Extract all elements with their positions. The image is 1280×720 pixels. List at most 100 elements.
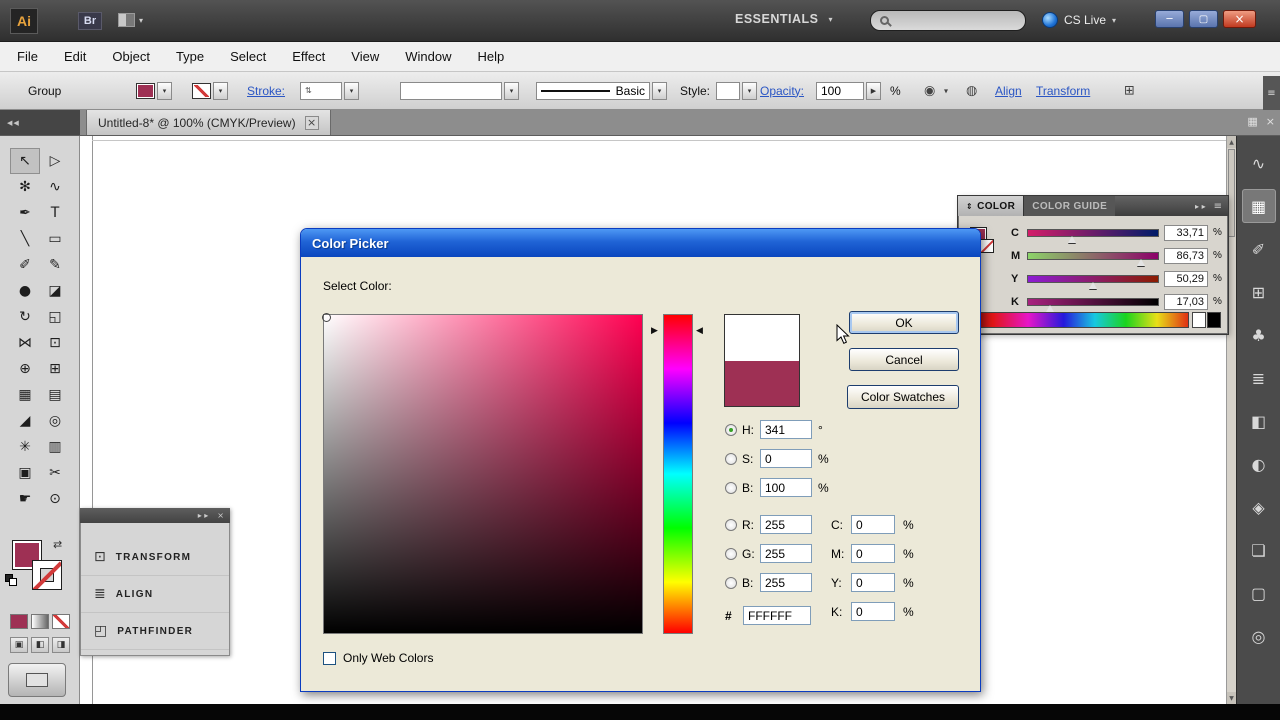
color-paint-button[interactable] bbox=[10, 614, 28, 629]
control-bar-menu-icon[interactable]: ≡ bbox=[1263, 76, 1280, 110]
blend-tool[interactable]: ◎ bbox=[40, 408, 70, 434]
swatches-panel-icon[interactable]: ⊞ bbox=[1242, 275, 1276, 309]
isolate-selected-icon[interactable]: ◍ bbox=[966, 83, 977, 98]
slider-marker[interactable] bbox=[1067, 235, 1076, 243]
color-panel-icon[interactable]: ▦ bbox=[1241, 189, 1276, 223]
menu-select[interactable]: Select bbox=[217, 42, 279, 71]
chevron-down-icon[interactable]: ▾ bbox=[652, 81, 667, 100]
black-swatch[interactable] bbox=[1207, 312, 1221, 328]
type-tool[interactable]: T bbox=[40, 200, 70, 226]
recolor-artwork-icon[interactable]: ◉ bbox=[924, 83, 935, 98]
gradient-paint-button[interactable] bbox=[31, 614, 49, 629]
draw-inside-button[interactable]: ◨ bbox=[52, 637, 70, 653]
shape-builder-tool[interactable]: ⊕ bbox=[10, 356, 40, 382]
field-input[interactable]: 255 bbox=[760, 573, 812, 592]
pencil-tool[interactable]: ✎ bbox=[40, 252, 70, 278]
perspective-grid-tool[interactable]: ⊞ bbox=[40, 356, 70, 382]
scroll-up-icon[interactable]: ▲ bbox=[1227, 136, 1236, 148]
stroke-color-combo[interactable]: ▾ bbox=[192, 81, 228, 100]
cancel-button[interactable]: Cancel bbox=[849, 348, 959, 371]
stepper-icon[interactable]: ⇅ bbox=[305, 86, 312, 95]
opacity-panel-link[interactable]: Opacity: bbox=[760, 84, 804, 98]
arrange-icon[interactable]: ⊞ bbox=[1124, 83, 1135, 98]
slider-track[interactable] bbox=[1027, 228, 1159, 243]
rectangle-tool[interactable]: ▭ bbox=[40, 226, 70, 252]
scroll-down-icon[interactable]: ▼ bbox=[1227, 692, 1236, 704]
style-combo[interactable]: ▾ bbox=[716, 81, 757, 100]
collapsed-panel-pathfinder[interactable]: ◰ PATHFINDER bbox=[81, 613, 229, 650]
panel-close-icon[interactable]: × bbox=[217, 511, 224, 520]
dock-arrange-icon[interactable]: ▦ bbox=[1247, 115, 1257, 128]
color-swatches-button[interactable]: Color Swatches bbox=[847, 385, 959, 409]
chevron-down-icon[interactable]: ▾ bbox=[504, 81, 519, 100]
draw-behind-button[interactable]: ◧ bbox=[31, 637, 49, 653]
slider-track[interactable] bbox=[1027, 251, 1159, 266]
radio-r[interactable] bbox=[725, 518, 737, 531]
scrollbar-thumb[interactable] bbox=[1228, 149, 1235, 237]
scale-tool[interactable]: ◱ bbox=[40, 304, 70, 330]
slider-popup-icon[interactable]: ▶ bbox=[866, 81, 881, 100]
selection-tool[interactable]: ↖ bbox=[10, 148, 40, 174]
opacity-field[interactable]: 100 bbox=[816, 81, 864, 100]
workspace-switcher[interactable]: ESSENTIALS ▾ bbox=[735, 12, 833, 26]
restore-button[interactable]: ▢ bbox=[1189, 10, 1218, 28]
hand-tool[interactable]: ☛ bbox=[10, 486, 40, 512]
graphic-styles-panel-icon[interactable]: ◈ bbox=[1242, 490, 1276, 524]
slice-tool[interactable]: ✂ bbox=[40, 460, 70, 486]
radio-s[interactable] bbox=[725, 452, 737, 465]
field-input[interactable]: 100 bbox=[760, 478, 812, 497]
draw-normal-button[interactable]: ▣ bbox=[10, 637, 28, 653]
eyedropper-tool[interactable]: ◢ bbox=[10, 408, 40, 434]
column-graph-tool[interactable]: ▥ bbox=[40, 434, 70, 460]
radio-b[interactable] bbox=[725, 576, 737, 589]
default-fill-stroke-icon[interactable] bbox=[5, 574, 17, 586]
eraser-tool[interactable]: ◪ bbox=[40, 278, 70, 304]
magic-wand-tool[interactable]: ✻ bbox=[10, 174, 40, 200]
field-input[interactable]: 255 bbox=[760, 515, 812, 534]
stroke-color-proxy[interactable] bbox=[32, 560, 62, 590]
align-panel-link[interactable]: Align bbox=[995, 84, 1022, 98]
dock-close-icon[interactable]: × bbox=[1266, 115, 1275, 128]
panel-expand-icon[interactable]: ▸ ▸ bbox=[198, 511, 209, 520]
field-input[interactable]: 0 bbox=[851, 602, 895, 621]
rotate-tool[interactable]: ↻ bbox=[10, 304, 40, 330]
minimize-button[interactable]: ─ bbox=[1155, 10, 1184, 28]
ok-button[interactable]: OK bbox=[849, 311, 959, 334]
paintbrush-tool[interactable]: ✐ bbox=[10, 252, 40, 278]
width-profile-combo[interactable]: ▾ bbox=[400, 81, 519, 100]
hue-marker-right-icon[interactable]: ◀ bbox=[696, 326, 703, 336]
appearance-panel-icon[interactable]: ∿ bbox=[1242, 146, 1276, 180]
stroke-weight-combo[interactable]: ⇅ ▾ bbox=[300, 81, 359, 100]
document-close-icon[interactable]: × bbox=[304, 115, 319, 130]
panel-collapse-right-icon[interactable]: ▸ ▸ bbox=[1195, 202, 1206, 211]
zoom-tool[interactable]: ⊙ bbox=[40, 486, 70, 512]
cs-live-button[interactable]: CS Live ▾ bbox=[1042, 12, 1116, 28]
symbols-panel-icon[interactable]: ♣ bbox=[1242, 318, 1276, 352]
none-paint-button[interactable] bbox=[52, 614, 70, 629]
transform-panel-link[interactable]: Transform bbox=[1036, 84, 1090, 98]
hue-slider[interactable] bbox=[663, 314, 693, 634]
panel-menu-icon[interactable]: ≡ bbox=[1214, 201, 1222, 212]
menu-edit[interactable]: Edit bbox=[51, 42, 99, 71]
tab-color-guide[interactable]: COLOR GUIDE bbox=[1023, 196, 1116, 216]
field-input[interactable]: 255 bbox=[760, 544, 812, 563]
gradient-panel-icon[interactable]: ◧ bbox=[1242, 404, 1276, 438]
hex-input[interactable]: FFFFFF bbox=[743, 606, 811, 625]
pen-tool[interactable]: ✒ bbox=[10, 200, 40, 226]
color-field-marker[interactable] bbox=[322, 313, 331, 322]
collapsed-panel-transform[interactable]: ⊡ TRANSFORM bbox=[81, 539, 229, 576]
dialog-title-bar[interactable]: Color Picker bbox=[301, 229, 980, 257]
slider-value-field[interactable]: 17,03 bbox=[1164, 293, 1208, 310]
illustrator-app-icon[interactable]: Ai bbox=[10, 8, 38, 34]
lasso-tool[interactable]: ∿ bbox=[40, 174, 70, 200]
slider-marker[interactable] bbox=[1089, 281, 1098, 289]
swap-fill-stroke-icon[interactable]: ⇄ bbox=[53, 538, 62, 551]
cmyk-spectrum-ramp[interactable] bbox=[965, 312, 1189, 328]
screen-mode-button[interactable] bbox=[8, 663, 66, 697]
toolbar-collapse-button[interactable]: ◀◀ bbox=[0, 110, 80, 135]
only-web-colors-checkbox[interactable] bbox=[323, 651, 336, 665]
slider-track[interactable] bbox=[1027, 297, 1159, 312]
artboard-tool[interactable]: ▣ bbox=[10, 460, 40, 486]
mesh-tool[interactable]: ▦ bbox=[10, 382, 40, 408]
chevron-down-icon[interactable]: ▾ bbox=[344, 81, 359, 100]
